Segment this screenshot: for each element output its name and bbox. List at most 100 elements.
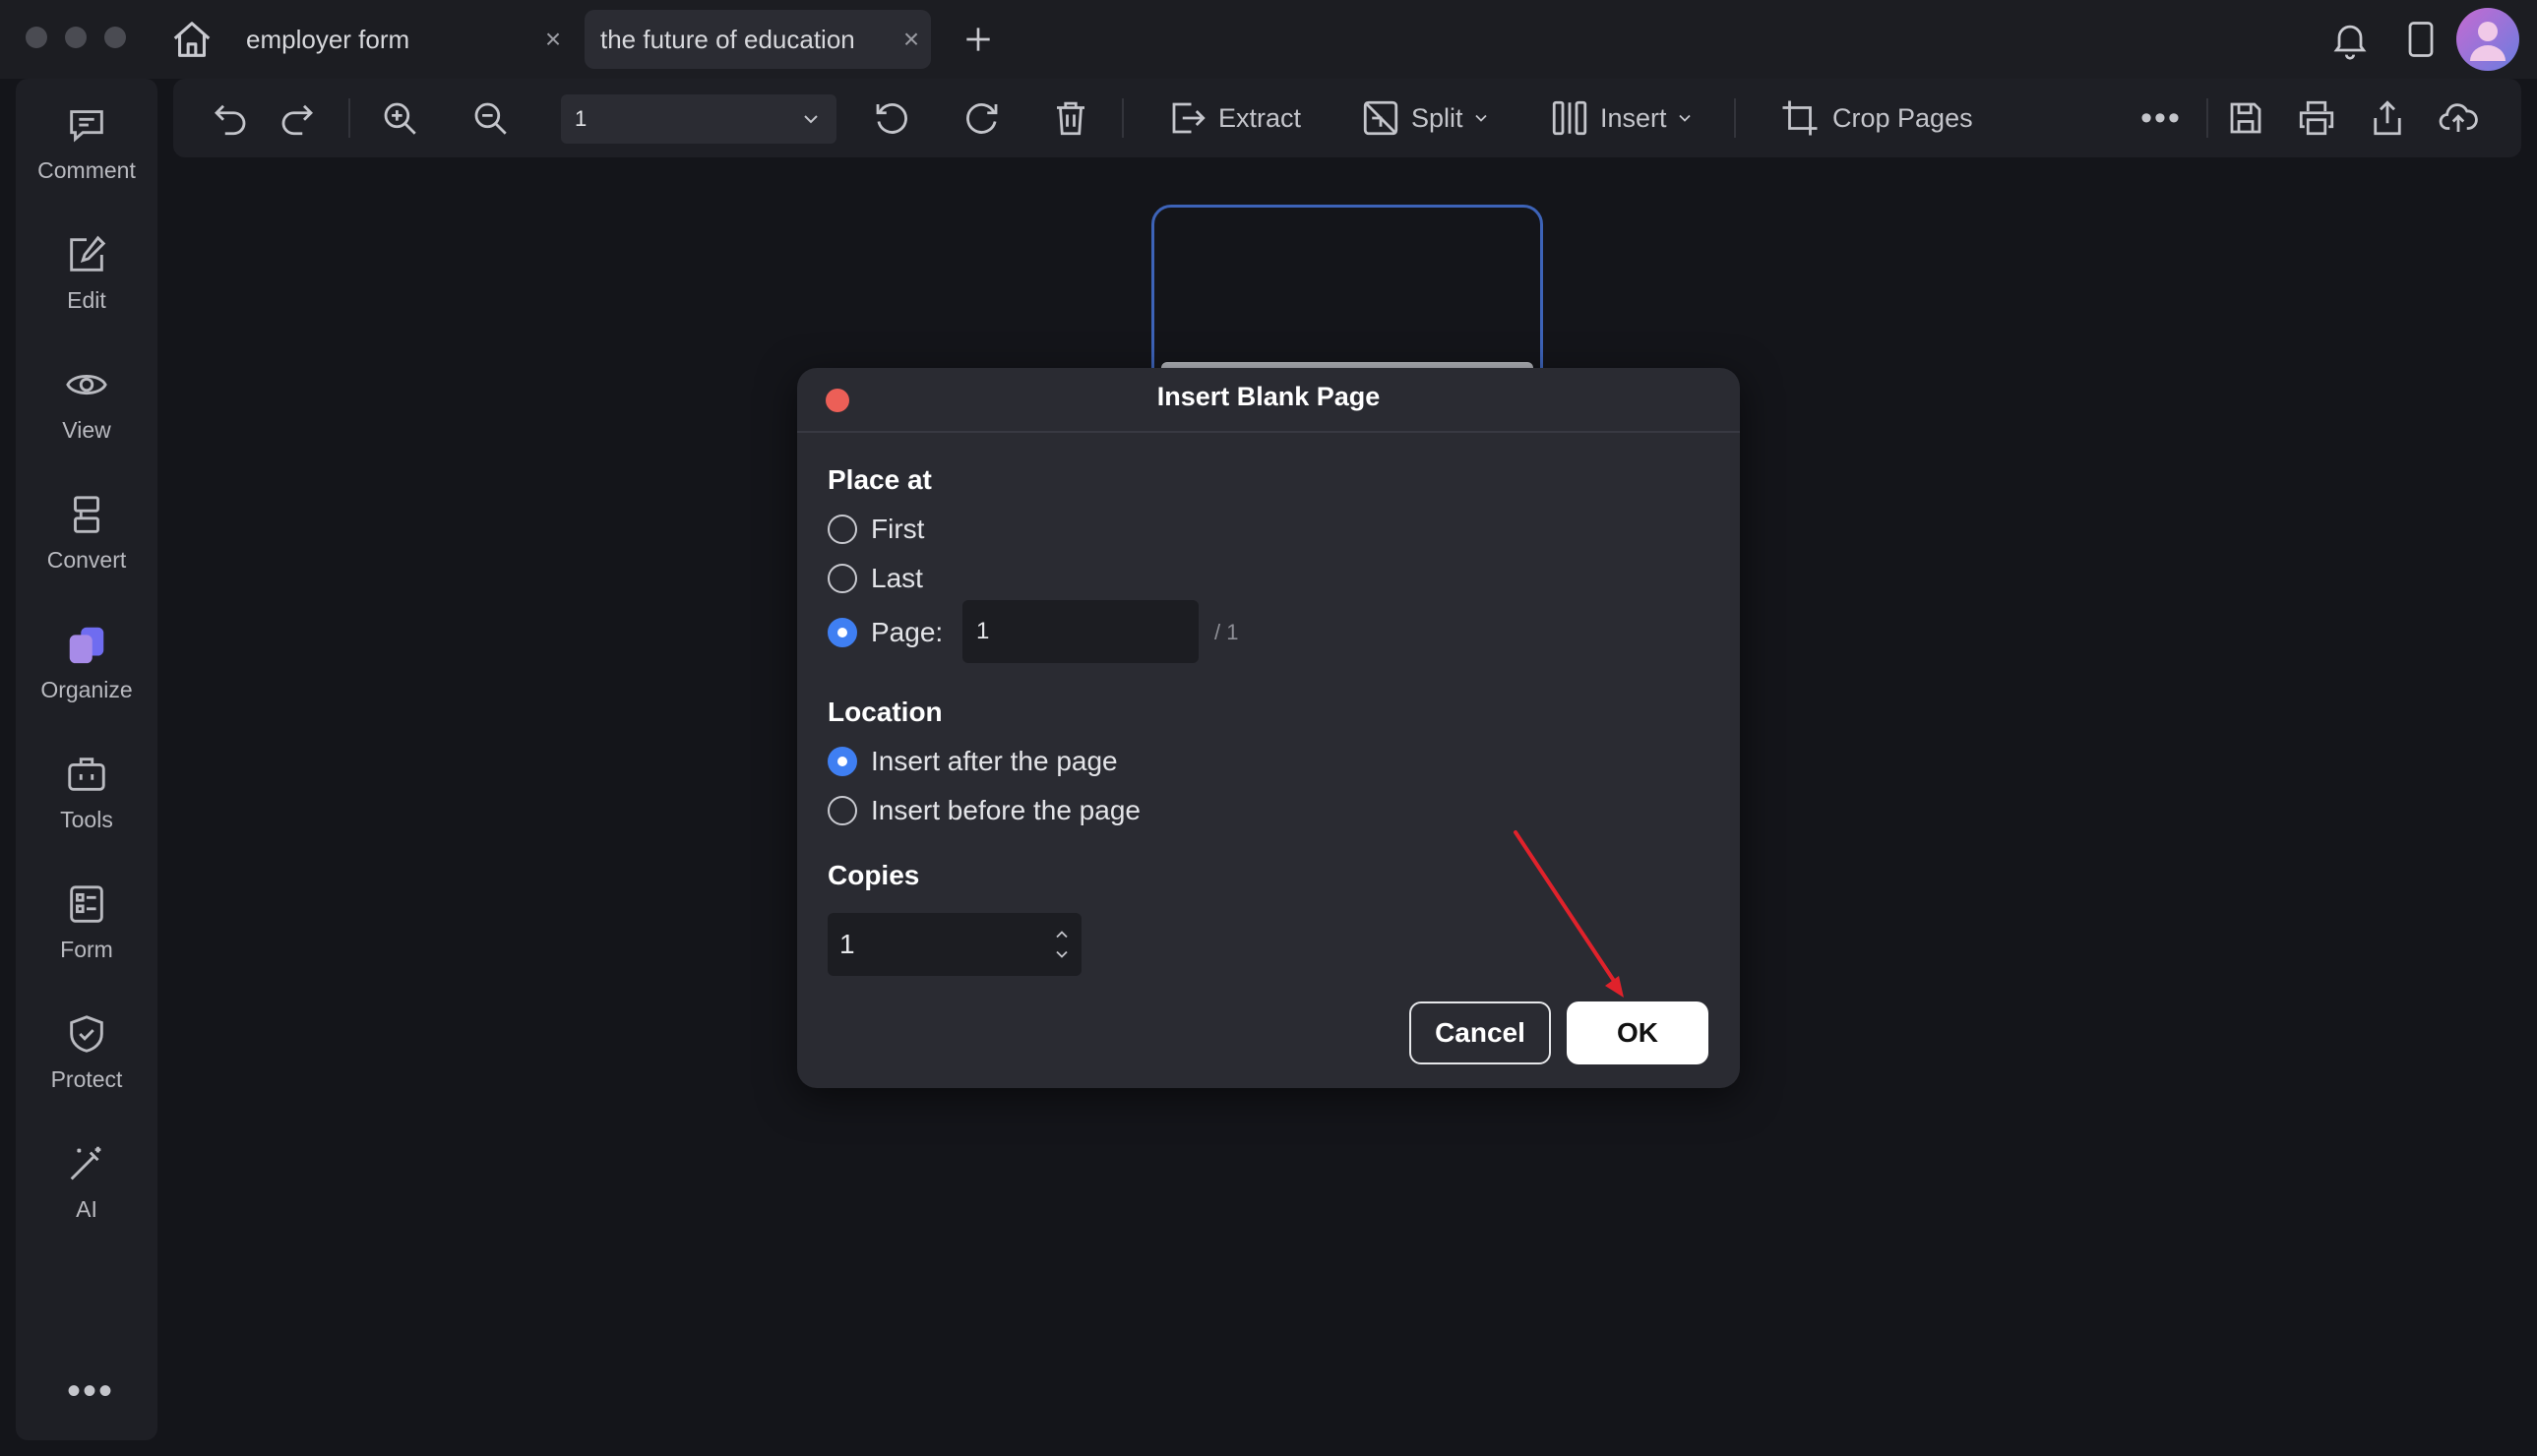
chevron-down-icon bbox=[799, 107, 823, 131]
copies-stepper[interactable]: 1 bbox=[828, 913, 1082, 976]
radio-label: Last bbox=[871, 563, 923, 593]
sidebar-item-edit[interactable]: Edit bbox=[16, 232, 157, 340]
sidebar-more-icon[interactable]: ••• bbox=[67, 1369, 114, 1414]
print-icon[interactable] bbox=[2289, 91, 2344, 146]
radio-label: Page: bbox=[871, 617, 944, 647]
redo-icon[interactable] bbox=[270, 91, 325, 146]
zoom-out-icon[interactable] bbox=[463, 91, 518, 146]
eye-icon bbox=[64, 362, 109, 407]
window-close-light[interactable] bbox=[26, 27, 47, 48]
insert-before-option[interactable]: Insert before the page bbox=[828, 795, 1141, 826]
new-tab-icon[interactable] bbox=[959, 20, 998, 59]
copies-value: 1 bbox=[839, 929, 855, 959]
comment-icon bbox=[64, 102, 109, 148]
sidebar-item-label: AI bbox=[76, 1196, 97, 1222]
extract-button[interactable]: Extract bbox=[1167, 91, 1311, 146]
tab-label: the future of education bbox=[600, 24, 855, 54]
device-icon[interactable] bbox=[2399, 18, 2443, 61]
tab-close-icon[interactable]: × bbox=[533, 20, 573, 59]
crop-pages-button[interactable]: Crop Pages bbox=[1779, 91, 1996, 146]
sidebar-item-label: Form bbox=[60, 937, 113, 962]
zoom-in-icon[interactable] bbox=[372, 91, 427, 146]
convert-icon bbox=[64, 492, 109, 537]
delete-icon[interactable] bbox=[1043, 91, 1098, 146]
page-number-input-value: 1 bbox=[976, 618, 990, 644]
split-button[interactable]: Split bbox=[1360, 91, 1498, 146]
split-icon bbox=[1360, 97, 1401, 139]
toolbar-divider bbox=[1122, 98, 1124, 138]
radio-insert-after[interactable] bbox=[828, 747, 857, 776]
form-icon bbox=[64, 881, 109, 927]
increment-icon[interactable] bbox=[1052, 925, 1072, 944]
sidebar-item-label: Convert bbox=[46, 547, 127, 573]
chevron-down-icon bbox=[1471, 108, 1491, 128]
avatar[interactable] bbox=[2456, 8, 2519, 71]
radio-label: Insert before the page bbox=[871, 795, 1141, 825]
toolbar-divider bbox=[2206, 98, 2208, 138]
crop-pages-label: Crop Pages bbox=[1832, 102, 1973, 133]
insert-label: Insert bbox=[1600, 102, 1667, 133]
stepper-arrows bbox=[1042, 925, 1082, 964]
share-icon[interactable] bbox=[2360, 91, 2415, 146]
sidebar-item-ai[interactable]: AI bbox=[16, 1141, 157, 1249]
extract-icon bbox=[1167, 97, 1208, 139]
insert-icon bbox=[1549, 97, 1590, 139]
copies-heading: Copies bbox=[828, 860, 920, 890]
sidebar-item-label: Protect bbox=[50, 1066, 123, 1092]
sidebar-item-label: Comment bbox=[37, 157, 136, 183]
sidebar-item-tools[interactable]: Tools bbox=[16, 752, 157, 860]
cancel-button[interactable]: Cancel bbox=[1409, 1001, 1551, 1064]
insert-after-option[interactable]: Insert after the page bbox=[828, 746, 1118, 777]
magic-wand-icon bbox=[64, 1141, 109, 1186]
sidebar-item-protect[interactable]: Protect bbox=[16, 1011, 157, 1120]
ok-button[interactable]: OK bbox=[1567, 1001, 1708, 1064]
sidebar-item-label: Edit bbox=[67, 287, 106, 313]
sidebar-item-comment[interactable]: Comment bbox=[16, 102, 157, 211]
cloud-upload-icon[interactable] bbox=[2431, 91, 2486, 146]
toolbar-divider bbox=[348, 98, 350, 138]
dialog-title: Insert Blank Page bbox=[1156, 382, 1381, 411]
more-options-icon[interactable]: ••• bbox=[2132, 91, 2191, 146]
chevron-down-icon bbox=[1675, 108, 1695, 128]
place-page-option[interactable]: Page: bbox=[828, 617, 943, 648]
insert-button[interactable]: Insert bbox=[1549, 91, 1706, 146]
radio-last[interactable] bbox=[828, 564, 857, 593]
tab-employer-form[interactable]: employer form × bbox=[230, 10, 573, 69]
radio-label: First bbox=[871, 514, 925, 544]
tab-close-icon[interactable]: × bbox=[892, 20, 931, 59]
save-icon[interactable] bbox=[2218, 91, 2273, 146]
rotate-left-icon[interactable] bbox=[864, 91, 919, 146]
radio-page[interactable] bbox=[828, 618, 857, 647]
toolbox-icon bbox=[64, 752, 109, 797]
decrement-icon[interactable] bbox=[1052, 944, 1072, 964]
window-zoom-light[interactable] bbox=[104, 27, 126, 48]
sidebar-item-form[interactable]: Form bbox=[16, 881, 157, 990]
crop-icon bbox=[1779, 97, 1821, 139]
extract-label: Extract bbox=[1218, 102, 1302, 133]
sidebar-item-convert[interactable]: Convert bbox=[16, 492, 157, 600]
page-number-select[interactable]: 1 bbox=[561, 94, 836, 144]
toolbar-divider bbox=[1734, 98, 1736, 138]
page-number-input[interactable]: 1 bbox=[962, 600, 1199, 663]
tab-the-future-of-education[interactable]: the future of education × bbox=[585, 10, 931, 69]
organize-icon bbox=[64, 622, 109, 667]
place-first-option[interactable]: First bbox=[828, 514, 924, 545]
home-icon[interactable] bbox=[169, 18, 215, 63]
shield-icon bbox=[64, 1011, 109, 1057]
edit-icon bbox=[64, 232, 109, 277]
sidebar-item-view[interactable]: View bbox=[16, 362, 157, 470]
undo-icon[interactable] bbox=[203, 91, 258, 146]
sidebar-item-label: Tools bbox=[60, 807, 113, 832]
radio-insert-before[interactable] bbox=[828, 796, 857, 825]
window-minimize-light[interactable] bbox=[65, 27, 87, 48]
rotate-right-icon[interactable] bbox=[955, 91, 1010, 146]
annotation-arrow-icon bbox=[1506, 826, 1634, 1003]
bell-icon[interactable] bbox=[2328, 18, 2372, 61]
place-last-option[interactable]: Last bbox=[828, 563, 923, 594]
sidebar-item-label: Organize bbox=[40, 677, 133, 702]
location-heading: Location bbox=[828, 697, 943, 727]
radio-first[interactable] bbox=[828, 515, 857, 544]
page-total: / 1 bbox=[1214, 620, 1239, 644]
split-label: Split bbox=[1411, 102, 1463, 133]
sidebar-item-organize[interactable]: Organize bbox=[16, 622, 157, 730]
